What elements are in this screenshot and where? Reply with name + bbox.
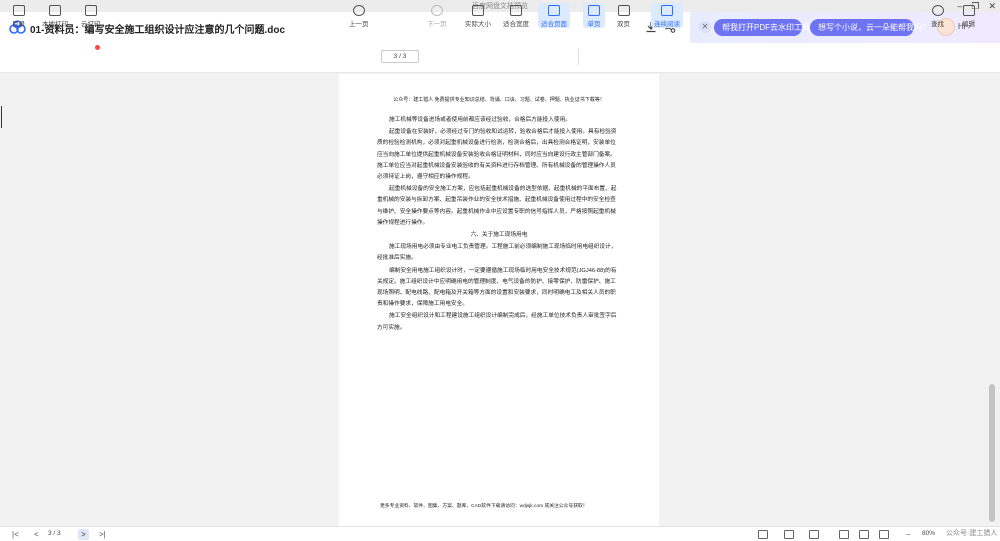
next-page-button[interactable]: 下一页: [427, 3, 447, 28]
cloud-print-button[interactable]: 云打印: [81, 3, 101, 28]
fit-page-status-icon[interactable]: [859, 530, 869, 539]
notification-dot: [95, 45, 100, 50]
page-body: 施工机械等设备进场或者使用前都应该经过验收，合格后方能投入使用。 起重设备在安装…: [377, 115, 621, 335]
next-page-icon[interactable]: >: [78, 529, 89, 540]
document-page[interactable]: 公众号：建工猎人 免费提供专业知识总结、背诵、口诀、习题、试卷、押题、执业证书下…: [339, 74, 659, 526]
double-view-icon[interactable]: [784, 530, 794, 539]
paragraph: 施工安全组织设计和工程建设施工组织设计编制完成后，经施工单位技术负责人审批签字后…: [377, 313, 617, 331]
search-icon: [931, 5, 944, 16]
search-button[interactable]: 查找: [931, 3, 944, 28]
zoom-level[interactable]: 80%: [922, 530, 935, 537]
document-title: 01-资料员：编写安全施工组织设计应注意的几个问题.doc: [30, 25, 286, 36]
double-page-button[interactable]: 双页: [617, 3, 630, 28]
section-heading: 六、关于施工现场用电: [470, 232, 528, 239]
scrollbar-thumb[interactable]: [989, 384, 995, 522]
last-page-icon[interactable]: >|: [99, 529, 106, 540]
paragraph: 施工现场用电必须由专业电工负责管理。工程施工前必须编制施工现场临时用电组织设计，…: [377, 244, 617, 262]
continuous-view-icon[interactable]: [809, 530, 819, 539]
arrow-up-icon: [352, 5, 365, 16]
catalog-icon: [12, 5, 25, 16]
continuous-read-button[interactable]: 连续阅读: [651, 3, 683, 28]
actual-size-button[interactable]: 实际大小: [465, 3, 491, 28]
edit-button[interactable]: 编辑: [962, 3, 975, 28]
pencil-icon: [962, 5, 975, 16]
single-view-icon[interactable]: [758, 530, 768, 539]
first-page-icon[interactable]: |<: [12, 529, 19, 540]
single-page-icon: [588, 5, 600, 16]
close-icon[interactable]: ✕: [988, 0, 996, 12]
single-page-button[interactable]: 单页: [583, 3, 605, 28]
actual-size-icon: [472, 5, 484, 16]
double-page-icon: [617, 5, 630, 16]
fit-width-status-icon[interactable]: [839, 530, 849, 539]
status-page-indicator: 3 / 3: [48, 530, 61, 537]
arrow-down-icon: [430, 5, 443, 16]
status-bar: |< < 3 / 3 > >| − 80%: [0, 526, 1000, 541]
page-footer: 更多专业资料、软件、图集、方案、题库、CAD软件下载请访问：wdjsjk.com…: [380, 504, 588, 509]
paragraph: 编制安全用电施工组织设计时，一定要遵循施工现场临时用电安全技术规范(JGJ46-…: [377, 267, 617, 308]
cloud-printer-icon: [84, 5, 97, 16]
paragraph: 起重机械设备的安全施工方案，应包括起重机械设备的选型依据、起重机械的平面布置、起…: [377, 186, 617, 226]
ai-suggestion-pdf-watermark[interactable]: 帮我打开PDF去水印工具: [714, 19, 810, 36]
fit-width-button[interactable]: 适合宽度: [503, 3, 529, 28]
fit-page-icon: [548, 5, 560, 16]
prev-page-icon[interactable]: <: [34, 529, 39, 540]
local-print-button[interactable]: 本地打印: [42, 3, 68, 28]
prev-page-button[interactable]: 上一页: [349, 3, 369, 28]
window-titlebar: 百度网盘文档预览 – ❐ ✕: [0, 0, 1000, 12]
page-number-input[interactable]: 3 / 3: [381, 50, 419, 63]
watermark-text: 公众号·建工猎人: [946, 530, 998, 537]
paragraph: 起重设备在安装好，必须经过专门的验收和试运转，验收合格后才能投入使用。具有检验资…: [377, 129, 617, 181]
fit-page-button[interactable]: 适合页面: [538, 3, 570, 28]
fit-width-icon: [510, 5, 522, 16]
paragraph: 施工机械等设备进场或者使用前都应该经过验收，合格后方能投入使用。: [389, 117, 571, 123]
ai-suggestion-novel[interactable]: 想写个小说，云一朵能帮我吗?: [810, 19, 926, 36]
page-header: 公众号：建工猎人 免费提供专业知识总结、背诵、口诀、习题、试卷、押题、执业证书下…: [393, 97, 605, 103]
text-caret: [1, 106, 2, 128]
printer-icon: [49, 5, 61, 16]
catalog-button[interactable]: 目录: [12, 3, 25, 28]
zoom-out-icon[interactable]: −: [906, 529, 911, 540]
viewer-toolbar: [0, 43, 1000, 73]
continuous-read-icon: [661, 5, 673, 16]
window-title: 百度网盘文档预览: [472, 3, 528, 10]
vertical-scrollbar[interactable]: [988, 74, 996, 526]
doc-viewer-window: 百度网盘文档预览 – ❐ ✕ 01-资料员：编写安全施工组织设计应注意的几个问题…: [0, 0, 1000, 541]
ai-close-icon[interactable]: ✕: [699, 21, 711, 33]
actual-size-status-icon[interactable]: [879, 530, 889, 539]
toolbar-divider: [578, 49, 579, 65]
ai-assistant-bar: ✕ 帮我打开PDF去水印工具 想写个小说，云一朵能帮我吗? Hi ›: [690, 12, 1000, 43]
